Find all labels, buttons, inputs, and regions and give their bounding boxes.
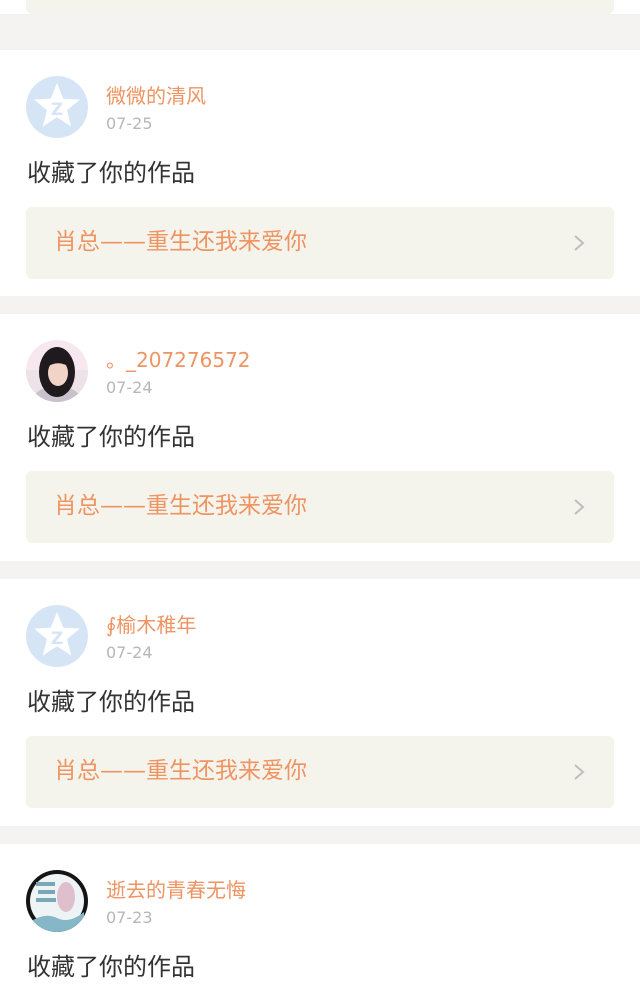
notification-card: 。_207276572 07-24 收藏了你的作品 肖总——重生还我来爱你 <box>0 314 640 561</box>
work-link[interactable]: 肖总——重生还我来爱你 <box>26 471 614 543</box>
chevron-right-icon <box>570 760 588 784</box>
work-link-partial[interactable] <box>26 0 614 14</box>
timestamp: 07-24 <box>106 643 153 662</box>
chevron-right-icon <box>570 231 588 255</box>
svg-text:Z: Z <box>51 100 63 120</box>
activity-text: 收藏了你的作品 <box>27 159 195 187</box>
notification-card-partial <box>0 0 640 14</box>
avatar[interactable]: Z <box>26 605 88 667</box>
username[interactable]: 。_207276572 <box>106 347 251 373</box>
timestamp: 07-25 <box>106 114 153 133</box>
avatar[interactable]: Z <box>26 76 88 138</box>
user-photo <box>26 340 88 402</box>
timestamp: 07-23 <box>106 908 153 927</box>
work-title: 肖总——重生还我来爱你 <box>54 758 307 784</box>
notification-card: Z 微微的清风 07-25 收藏了你的作品 肖总——重生还我来爱你 <box>0 50 640 296</box>
activity-text: 收藏了你的作品 <box>27 688 195 716</box>
avatar[interactable] <box>26 340 88 402</box>
work-link[interactable]: 肖总——重生还我来爱你 <box>26 207 614 279</box>
notification-card: 逝去的青春无悔 07-23 收藏了你的作品 <box>0 844 640 997</box>
username[interactable]: 逝去的青春无悔 <box>106 877 246 903</box>
notification-feed: Z 微微的清风 07-25 收藏了你的作品 肖总——重生还我来爱你 。_2072… <box>0 0 640 997</box>
activity-text: 收藏了你的作品 <box>27 423 195 451</box>
work-link[interactable]: 肖总——重生还我来爱你 <box>26 736 614 808</box>
notification-card: Z ∮榆木稚年 07-24 收藏了你的作品 肖总——重生还我来爱你 <box>0 579 640 826</box>
work-title: 肖总——重生还我来爱你 <box>54 229 307 255</box>
work-title: 肖总——重生还我来爱你 <box>54 493 307 519</box>
user-artwork <box>26 870 88 932</box>
username[interactable]: 微微的清风 <box>106 83 206 109</box>
default-avatar-icon: Z <box>26 605 88 667</box>
username[interactable]: ∮榆木稚年 <box>106 612 196 638</box>
timestamp: 07-24 <box>106 378 153 397</box>
svg-text:Z: Z <box>51 629 63 649</box>
avatar[interactable] <box>26 870 88 932</box>
activity-text: 收藏了你的作品 <box>27 953 195 981</box>
chevron-right-icon <box>570 495 588 519</box>
default-avatar-icon: Z <box>26 76 88 138</box>
